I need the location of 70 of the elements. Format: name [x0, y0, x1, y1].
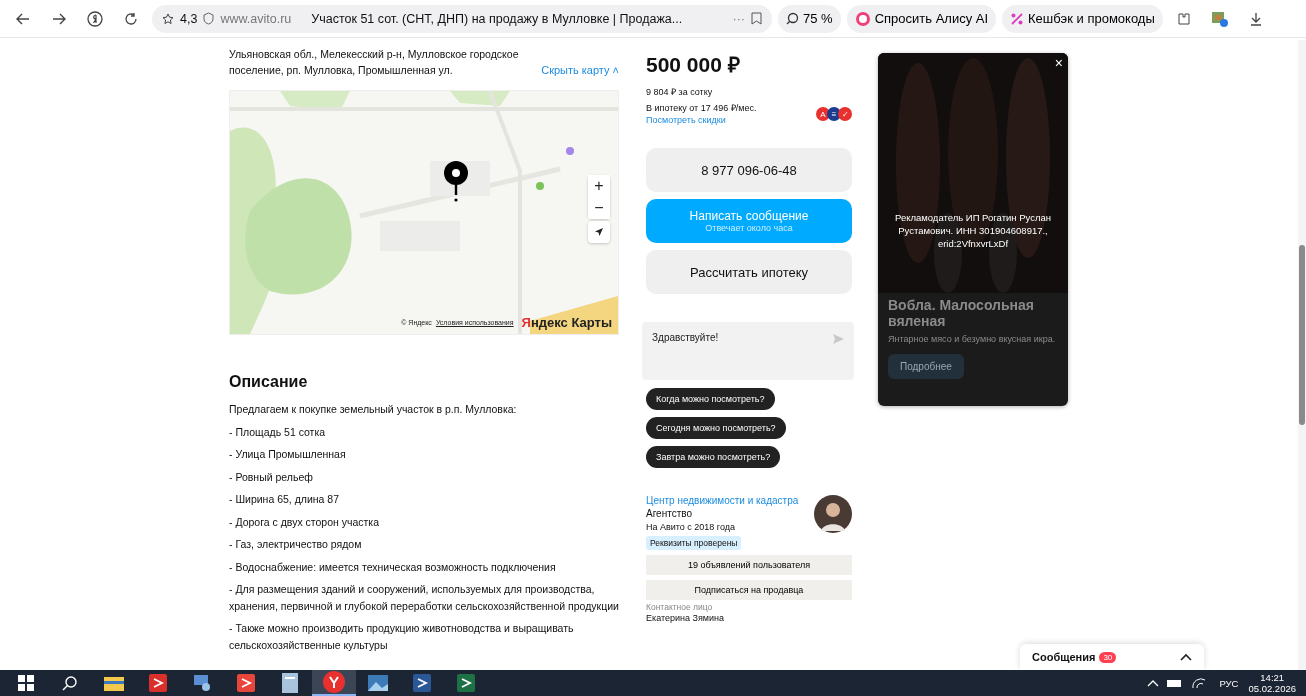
caret-icon: [1180, 653, 1192, 661]
quick-reply-chip[interactable]: Когда можно посмотреть?: [646, 388, 775, 410]
mortgage-text: В ипотеку от 17 496 ₽/мес.: [646, 102, 757, 114]
ring-icon: [854, 10, 871, 27]
description-line: - Также можно производить продукцию животноводства и выращивать сельскохозяйственные культуры: [229, 621, 575, 653]
rating-text: 4,3: [180, 11, 198, 26]
domain-text: www.avito.ru: [220, 11, 292, 26]
more-menu: ···: [732, 11, 745, 26]
address-bar[interactable]: 4,3 www.avito.ru Участок 51 сот. (СНТ, ДНП) на продажу в Мулловке | Продажа... ···: [152, 4, 772, 33]
listings-button[interactable]: 19 объявлений пользователя: [646, 555, 852, 575]
clock-date[interactable]: 05.02.2026: [1248, 683, 1296, 694]
message-field[interactable]: Здравствуйте!: [642, 322, 854, 380]
star-icon: [162, 12, 174, 25]
advertiser-text: Рекламодатель ИП Рогатин Руслан Рустамович. ИНН 301904608917., erid:2VfnxvrLxDf: [893, 211, 1052, 250]
discounts-link[interactable]: Посмотреть скидки: [646, 114, 757, 126]
contact-name: Екатерина Зямина: [646, 612, 724, 624]
hide-map-link[interactable]: Скрыть карту ˄: [541, 64, 619, 76]
quick-reply-chip[interactable]: Сегодня можно посмотреть?: [646, 417, 786, 439]
description-line: - Водоснабжение: имеется техническая возможность подключения: [229, 559, 557, 575]
messages-label: Сообщения: [1032, 651, 1096, 663]
description-line: - Дорога с двух сторон участка: [229, 514, 381, 530]
description-line: - Ширина 65, длина 87: [229, 492, 341, 507]
search-icon: [786, 12, 799, 25]
zoom-out-button[interactable]: −: [588, 197, 610, 219]
location-arrow-icon: [594, 227, 604, 237]
zoom-button[interactable]: 75 %: [778, 4, 841, 33]
bank-logo: ✓: [838, 107, 852, 121]
zoom-in-button[interactable]: +: [588, 175, 610, 197]
bank-logo: ≡: [827, 107, 841, 121]
scrollbar[interactable]: [1298, 40, 1306, 670]
seller-since: На Авито с 2018 года: [646, 521, 735, 533]
messages-panel[interactable]: Сообщения 30: [1020, 644, 1204, 670]
description-line: - Улица Промышленная: [229, 447, 347, 462]
taskbar-app-icon[interactable]: [312, 670, 356, 696]
map-pin-icon: [442, 159, 470, 203]
price-per-sotka: 9 804 ₽ за сотку: [646, 86, 713, 98]
details-button[interactable]: Подробнее: [888, 354, 964, 379]
location-button[interactable]: [588, 221, 610, 243]
address-text: Ульяновская обл., Мелекесский р-н, Мулловское городское поселение, рп. Мулловка, Промышленная ул.: [229, 47, 520, 78]
ad-title: Вобла. Малосольная вяленая: [888, 297, 1035, 329]
windows-logo-icon: [18, 675, 34, 691]
alice-button[interactable]: Спросить Алису AI: [846, 4, 997, 33]
description-line: - Ровный рельеф: [229, 469, 314, 485]
section-heading: Описание: [229, 373, 309, 391]
price-text: 500 000 ₽: [646, 52, 740, 78]
bank-logo: А: [816, 107, 830, 121]
description-line: Предлагаем к покупке земельный участок в р.п. Мулловка:: [229, 402, 518, 417]
browser-icon: [323, 671, 345, 693]
bookmark-icon[interactable]: [751, 12, 762, 25]
clock-time[interactable]: 14:21: [1260, 672, 1285, 683]
messages-count: 30: [1099, 651, 1117, 663]
description-line: - Газ, электричество рядом: [229, 537, 363, 552]
seller-name-link[interactable]: Центр недвижимости и кадастра: [646, 495, 799, 506]
shield-icon: [203, 12, 215, 25]
phone-button[interactable]: 8 977 096-06-48: [646, 148, 852, 192]
mortgage-button[interactable]: Рассчитать ипотеку: [646, 250, 852, 294]
quick-reply-chip[interactable]: Завтра можно посмотреть?: [646, 446, 781, 468]
description-line: - Площадь 51 сотка: [229, 424, 327, 440]
page-title: Участок 51 сот. (СНТ, ДНП) на продажу в Мулловке | Продажа...: [311, 11, 684, 26]
description-line: - Для размещения зданий и сооружений, используемых для производства, хранения, первичной и глубокой переработки сельскохозяйственной продукции: [229, 582, 619, 614]
subscribe-button[interactable]: Подписаться на продавца: [646, 580, 852, 600]
map-logo: Яндекс Карты: [521, 315, 612, 330]
percent-icon: [1010, 11, 1025, 26]
verified-badge: Реквизиты проверены: [646, 536, 742, 550]
contact-label: Контактное лицо: [646, 602, 713, 612]
seller-type: Агентство: [646, 507, 692, 521]
ad-text: Янтарное мясо и безумно вкусная икра.: [888, 333, 1057, 346]
cashback-button[interactable]: Кешбэк и промокоды: [1002, 4, 1163, 33]
language-indicator[interactable]: РУС: [1219, 677, 1239, 689]
avatar[interactable]: [814, 495, 852, 533]
